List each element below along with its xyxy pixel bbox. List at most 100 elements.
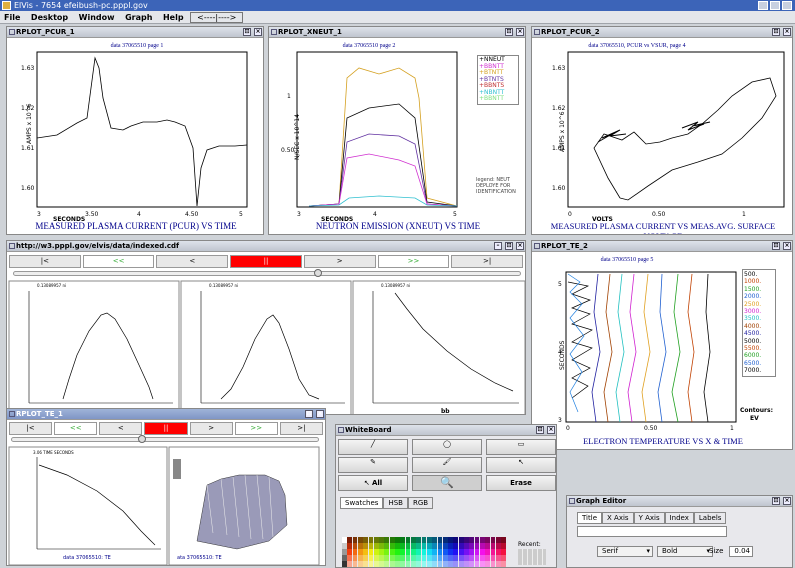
close-icon[interactable]: × — [516, 28, 524, 36]
window-titlebar[interactable]: Graph Editor ⊡ × — [567, 496, 792, 507]
color-swatch[interactable] — [389, 543, 395, 549]
color-swatch[interactable] — [368, 549, 374, 555]
color-swatch[interactable] — [437, 561, 443, 567]
window-titlebar[interactable]: RPLOT_TE_1 ⊡ × — [7, 409, 325, 420]
color-swatch[interactable] — [458, 561, 464, 567]
tab-rgb[interactable]: RGB — [407, 497, 434, 509]
color-swatch[interactable] — [379, 555, 384, 561]
color-swatch[interactable] — [416, 537, 422, 543]
color-swatch[interactable] — [442, 549, 448, 555]
color-swatch[interactable] — [437, 537, 443, 543]
color-swatch[interactable] — [410, 549, 416, 555]
color-swatch[interactable] — [495, 555, 501, 561]
color-swatch[interactable] — [400, 537, 406, 543]
paint-tool-button[interactable]: 🖌 — [412, 457, 482, 473]
color-swatch[interactable] — [448, 561, 453, 567]
color-swatch[interactable] — [432, 549, 438, 555]
color-swatch[interactable] — [405, 537, 411, 543]
fast-forward-button[interactable]: >> — [234, 422, 278, 435]
color-swatch[interactable] — [458, 549, 464, 555]
pause-button[interactable]: || — [144, 422, 188, 435]
step-back-button[interactable]: < — [99, 422, 143, 435]
color-swatch[interactable] — [453, 555, 459, 561]
color-swatch[interactable] — [464, 561, 469, 567]
menu-file[interactable]: File — [0, 11, 24, 24]
color-swatch[interactable] — [410, 543, 416, 549]
color-swatch[interactable] — [342, 549, 347, 555]
ellipse-tool-button[interactable]: ◯ — [412, 439, 482, 455]
color-swatch[interactable] — [501, 537, 506, 543]
color-swatch[interactable] — [395, 537, 400, 543]
window-titlebar[interactable]: WhiteBoard ⊡ × — [336, 425, 556, 436]
color-swatch[interactable] — [363, 561, 369, 567]
window-nav-arrows[interactable]: <----|----> — [190, 12, 244, 23]
color-swatch[interactable] — [373, 555, 379, 561]
color-swatch[interactable] — [368, 555, 374, 561]
color-swatch[interactable] — [342, 543, 347, 549]
color-swatch[interactable] — [352, 555, 358, 561]
color-swatch[interactable] — [421, 537, 427, 543]
color-swatch[interactable] — [442, 555, 448, 561]
tab-title[interactable]: Title — [577, 512, 603, 524]
tab-swatches[interactable]: Swatches — [340, 497, 384, 509]
maximize-icon[interactable]: ⊡ — [505, 28, 513, 36]
step-back-button[interactable]: < — [156, 255, 229, 268]
color-swatch[interactable] — [379, 549, 384, 555]
close-icon[interactable]: × — [316, 410, 324, 418]
color-swatch[interactable] — [485, 543, 491, 549]
step-forward-button[interactable]: > — [303, 255, 376, 268]
color-swatch[interactable] — [384, 555, 390, 561]
color-swatch[interactable] — [395, 543, 400, 549]
tab-x-axis[interactable]: X Axis — [602, 512, 634, 524]
close-icon[interactable]: × — [547, 426, 555, 434]
color-swatch[interactable] — [357, 537, 363, 543]
color-swatch[interactable] — [464, 537, 469, 543]
color-swatch[interactable] — [384, 543, 390, 549]
color-swatch[interactable] — [426, 555, 432, 561]
maximize-icon[interactable]: ⊡ — [305, 410, 313, 418]
color-swatch[interactable] — [453, 543, 459, 549]
color-swatch[interactable] — [437, 549, 443, 555]
color-swatch[interactable] — [474, 543, 480, 549]
fast-forward-button[interactable]: >> — [377, 255, 450, 268]
color-swatch[interactable] — [464, 543, 469, 549]
color-swatch[interactable] — [384, 561, 390, 567]
close-icon[interactable]: × — [516, 242, 524, 250]
close-icon[interactable]: × — [783, 497, 791, 505]
color-swatch[interactable] — [495, 561, 501, 567]
color-swatch[interactable] — [495, 537, 501, 543]
color-swatch[interactable] — [389, 549, 395, 555]
color-swatch[interactable] — [490, 555, 496, 561]
color-swatch[interactable] — [347, 561, 353, 567]
window-titlebar[interactable]: http://w3.pppl.gov/elvis/data/indexed.cd… — [7, 241, 525, 252]
color-swatch[interactable] — [347, 555, 353, 561]
close-icon[interactable]: × — [783, 242, 791, 250]
color-swatch[interactable] — [437, 543, 443, 549]
color-swatch[interactable] — [363, 555, 369, 561]
maximize-icon[interactable]: ⊡ — [772, 242, 780, 250]
color-swatch[interactable] — [479, 543, 485, 549]
color-swatch[interactable] — [352, 561, 358, 567]
color-swatch[interactable] — [432, 561, 438, 567]
color-swatch[interactable] — [490, 537, 496, 543]
maximize-icon[interactable]: ⊡ — [772, 28, 780, 36]
color-swatch[interactable] — [363, 537, 369, 543]
color-swatch[interactable] — [421, 549, 427, 555]
color-swatch[interactable] — [485, 555, 491, 561]
color-swatch[interactable] — [464, 555, 469, 561]
color-swatch[interactable] — [485, 549, 491, 555]
erase-button[interactable]: Erase — [486, 475, 556, 491]
minimize-icon[interactable]: – — [494, 242, 502, 250]
color-swatch[interactable] — [416, 555, 422, 561]
color-swatch[interactable] — [368, 537, 374, 543]
pen-tool-button[interactable]: ✎ — [338, 457, 408, 473]
color-swatch[interactable] — [389, 555, 395, 561]
color-swatch[interactable] — [469, 555, 475, 561]
color-swatch[interactable] — [363, 549, 369, 555]
color-swatch[interactable] — [464, 549, 469, 555]
color-swatch[interactable] — [501, 561, 506, 567]
select-tool-button[interactable]: ↖ — [486, 457, 556, 473]
color-swatch[interactable] — [357, 543, 363, 549]
color-swatch[interactable] — [421, 543, 427, 549]
color-swatch[interactable] — [442, 537, 448, 543]
